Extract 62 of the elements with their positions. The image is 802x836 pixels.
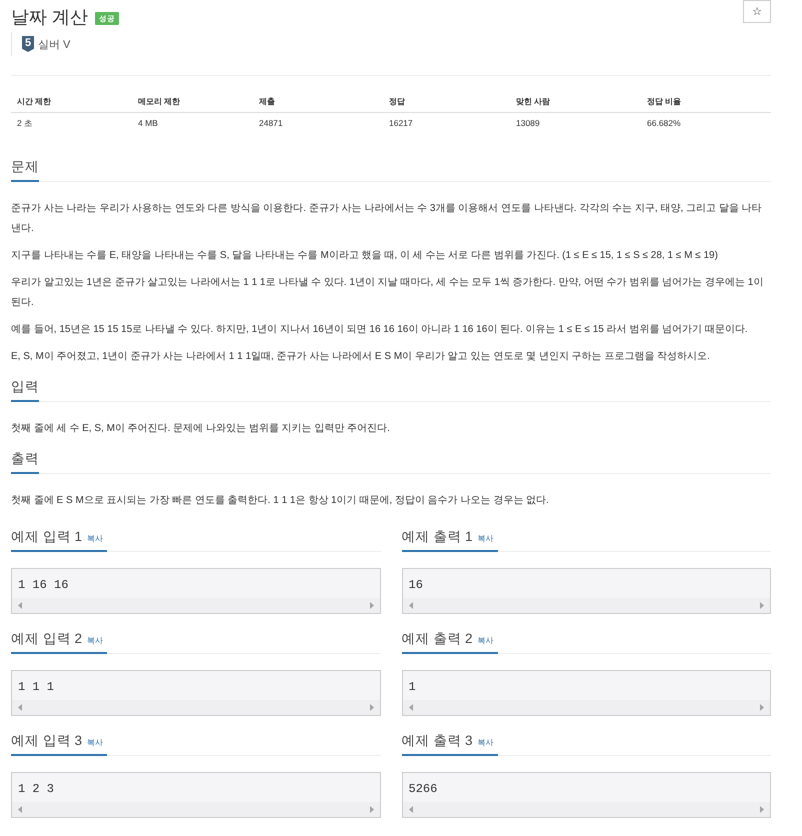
scroll-right-icon[interactable]	[760, 806, 764, 813]
scroll-right-icon[interactable]	[760, 704, 764, 711]
sample-heading: 예제 출력 3	[402, 732, 473, 750]
table-cell: 24871	[253, 112, 383, 133]
sample-heading: 예제 출력 1	[402, 528, 473, 546]
sample-text: 1 2 3	[17, 781, 56, 798]
table-cell: 2 초	[11, 112, 132, 133]
problem-paragraph: 우리가 알고있는 1년은 준규가 살고있는 나라에서는 1 1 1로 나타낼 수 있다. 1년이 지날 때마다, 세 수는 모두 1씩 증가한다. 만약, 어떤 수가 범위를 넘어가는 경우에는 1이 된다.	[11, 276, 764, 310]
copy-link[interactable]: 복사	[478, 635, 494, 646]
problem-paragraph: 준규가 사는 나라는 우리가 사용하는 연도와 다른 방식을 이용한다. 준규가 사는 나라에서는 수 3개를 이용해서 연도를 나타낸다. 각각의 수는 지구, 태양, 그리고 달을 나타낸다.	[11, 202, 763, 236]
sample-heading: 예제 입력 1	[11, 528, 82, 546]
horizontal-scrollbar[interactable]	[12, 598, 380, 613]
problem-paragraph: E, S, M이 주어졌고, 1년이 준규가 사는 나라에서 1 1 1일때, 준규가 사는 나라에서 E S M이 우리가 알고 있는 연도로 몇 년인지 구하는 프로그램을 작성하시오.	[11, 350, 711, 364]
sample-heading: 예제 입력 2	[11, 630, 82, 648]
copy-link[interactable]: 복사	[478, 737, 494, 748]
copy-link[interactable]: 복사	[478, 533, 494, 544]
horizontal-scrollbar[interactable]	[402, 802, 770, 817]
horizontal-scrollbar[interactable]	[402, 700, 770, 715]
problem-paragraph: 첫째 줄에 E S M으로 표시되는 가장 빠른 연도를 출력한다. 1 1 1은 항상 1이기 때문에, 정답이 음수가 나오는 경우는 없다.	[11, 494, 550, 508]
star-button[interactable]: ☆	[743, 0, 771, 23]
scroll-left-icon[interactable]	[18, 704, 22, 711]
table-cell: 13089	[510, 112, 641, 133]
section-heading: 출력	[11, 450, 39, 468]
table-cell: 16217	[383, 112, 510, 133]
sample-text: 1	[408, 679, 417, 696]
sample-text: 1 1 1	[17, 679, 56, 696]
scroll-right-icon[interactable]	[370, 806, 374, 813]
table-header: 정답	[383, 90, 510, 112]
sample-heading: 예제 출력 2	[402, 630, 473, 648]
section-heading: 문제	[11, 158, 39, 176]
table-header: 메모리 제한	[132, 90, 253, 112]
table-header: 정답 비율	[641, 90, 771, 112]
sample-text: 16	[408, 577, 424, 594]
section-heading: 입력	[11, 378, 39, 396]
tier-label: 실버 V	[38, 38, 70, 52]
sample-text: 1 16 16	[17, 577, 70, 594]
sample-text: 5266	[408, 781, 438, 798]
horizontal-scrollbar[interactable]	[12, 700, 380, 715]
scroll-right-icon[interactable]	[370, 704, 374, 711]
scroll-left-icon[interactable]	[18, 602, 22, 609]
copy-link[interactable]: 복사	[87, 737, 104, 748]
scroll-left-icon[interactable]	[408, 602, 412, 609]
table-header: 시간 제한	[11, 90, 132, 112]
horizontal-scrollbar[interactable]	[12, 802, 380, 817]
problem-title: 날짜 계산	[11, 6, 88, 29]
copy-link[interactable]: 복사	[87, 533, 104, 544]
table-header: 맞힌 사람	[510, 90, 641, 112]
problem-paragraph: 지구를 나타내는 수를 E, 태양을 나타내는 수를 S, 달을 나타내는 수를 M이라고 했을 때, 이 세 수는 서로 다른 범위를 가진다. (1 ≤ E ≤ 15, 1 ≤ S ≤ 28, 1 ≤ M ≤ 19)	[11, 249, 719, 263]
tier-badge: 5	[22, 36, 34, 52]
scroll-left-icon[interactable]	[18, 806, 22, 813]
scroll-left-icon[interactable]	[408, 704, 412, 711]
horizontal-scrollbar[interactable]	[402, 598, 770, 613]
problem-paragraph: 첫째 줄에 세 수 E, S, M이 주어진다. 문제에 나와있는 범위를 지키는 입력만 주어진다.	[11, 422, 391, 436]
copy-link[interactable]: 복사	[87, 635, 104, 646]
table-header: 제출	[253, 90, 383, 112]
table-cell: 4 MB	[132, 112, 253, 133]
scroll-right-icon[interactable]	[370, 602, 374, 609]
problem-paragraph: 예를 들어, 15년은 15 15 15로 나타낼 수 있다. 하지만, 1년이 지나서 16년이 되면 16 16 16이 아니라 1 16 16이 된다. 이유는 1 ≤ E ≤ 15 라서 범위를 넘어가기 때문이다.	[11, 323, 749, 337]
scroll-right-icon[interactable]	[760, 602, 764, 609]
sample-heading: 예제 입력 3	[11, 732, 82, 750]
scroll-left-icon[interactable]	[408, 806, 412, 813]
table-cell: 66.682%	[641, 112, 771, 133]
